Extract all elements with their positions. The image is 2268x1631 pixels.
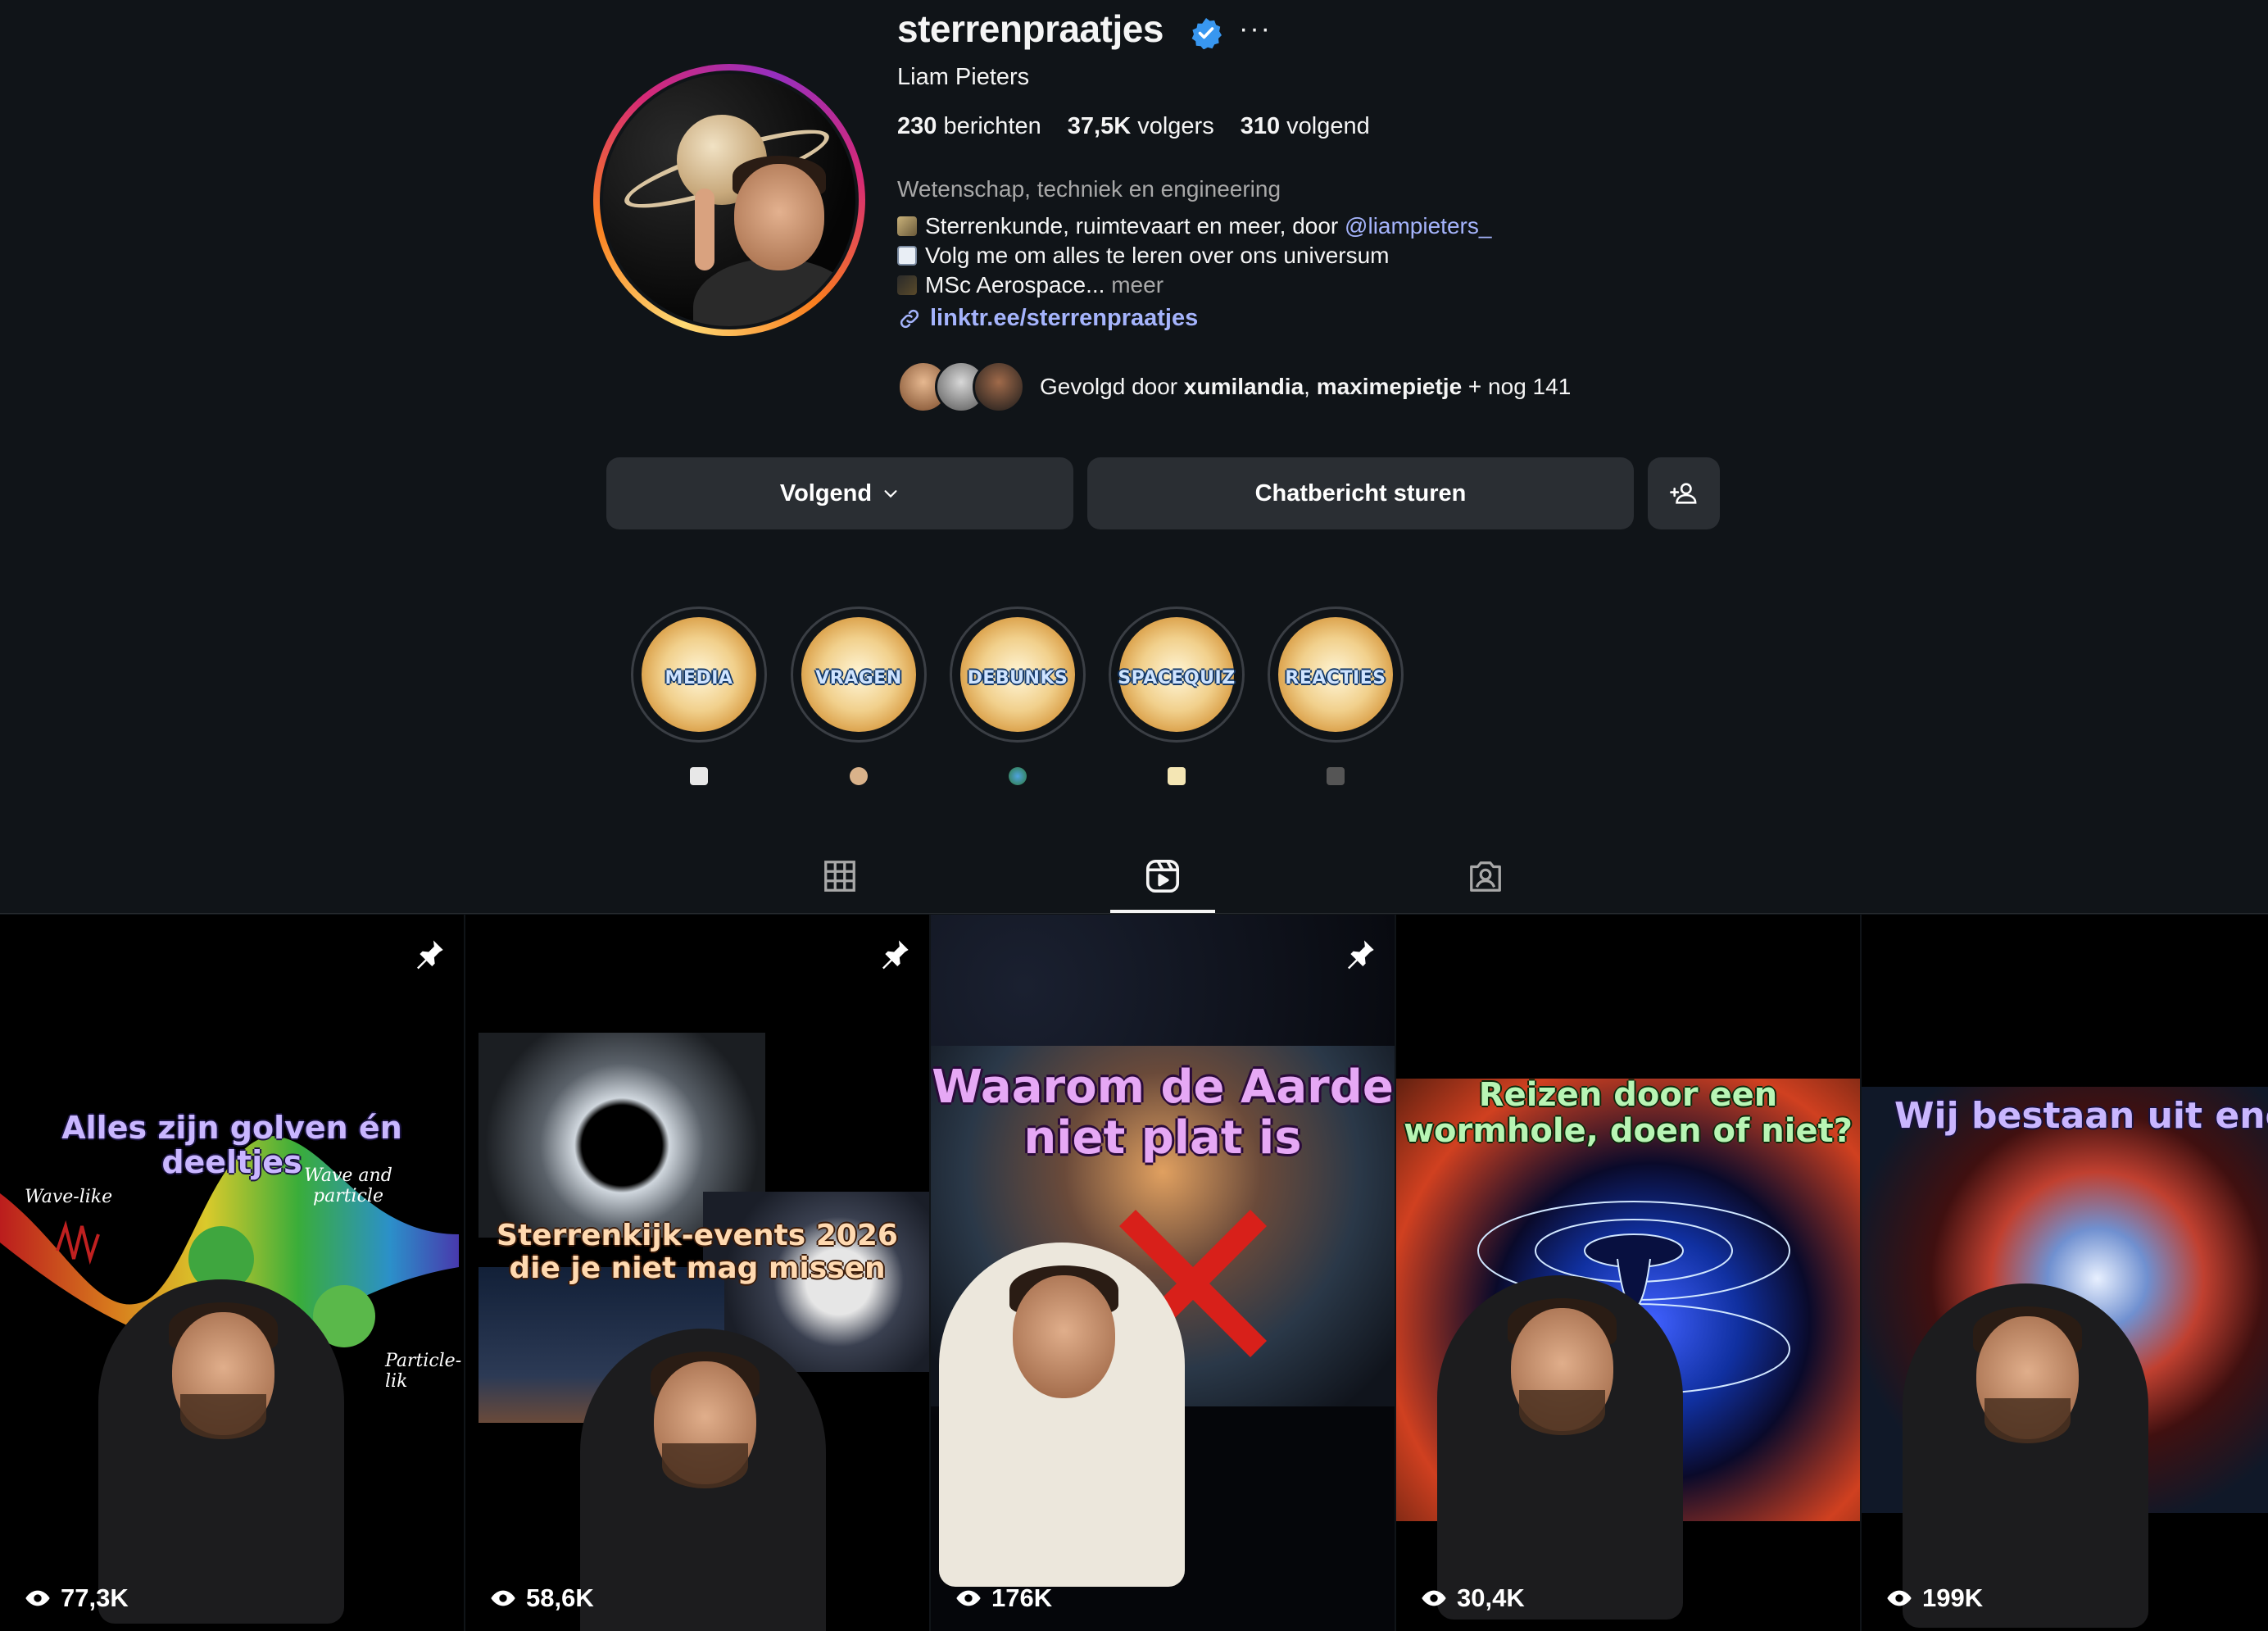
eye-icon <box>1422 1590 1446 1606</box>
memo-emoji-icon <box>1168 767 1186 785</box>
eye-icon <box>956 1590 981 1606</box>
presenter <box>98 1279 344 1624</box>
satellite-emoji-icon <box>897 216 917 236</box>
highlight-reacties[interactable]: REACTIES <box>1268 607 1404 785</box>
reel-views: 77,3K <box>25 1583 129 1613</box>
highlight-label: SPACEQUIZ <box>1118 668 1236 688</box>
reel-thumbnail[interactable]: Reizen door een wormhole, doen of niet? … <box>1396 915 1860 1631</box>
posts-grid-tab-icon[interactable] <box>821 857 859 895</box>
reels-tab-icon[interactable] <box>1144 857 1182 895</box>
posts-count: 230 berichten <box>897 113 1041 139</box>
add-user-icon <box>1670 483 1697 504</box>
tabs-divider <box>0 913 2268 914</box>
bio-mention-link[interactable]: @liampieters_ <box>1345 213 1491 239</box>
highlight-debunks[interactable]: DEBUNKS <box>950 607 1086 785</box>
reel-thumbnail[interactable]: Sterrenkijk-events 2026 die je niet mag … <box>465 915 929 1631</box>
reel-thumbnail[interactable]: Waarom de Aarde niet plat is 176K <box>931 915 1395 1631</box>
pin-icon <box>1348 940 1374 970</box>
presenter <box>1903 1283 2148 1628</box>
graduation-cap-emoji-icon <box>897 275 917 295</box>
following-count[interactable]: 310 volgend <box>1241 113 1370 140</box>
reel-title: Alles zijn golven én deeltjes <box>61 1110 402 1180</box>
followers-count[interactable]: 37,5K volgers <box>1068 113 1214 140</box>
reel-title: Waarom de Aarde niet plat is <box>932 1061 1394 1165</box>
followed-by[interactable]: Gevolgd door xumilandia, maximepietje + … <box>897 361 1571 413</box>
eye-icon <box>491 1590 515 1606</box>
reel-title: Sterrenkijk-events 2026 die je niet mag … <box>497 1219 898 1285</box>
highlight-label: MEDIA <box>665 668 733 688</box>
profile-username: sterrenpraatjes <box>897 7 1163 50</box>
avatar-image <box>603 74 855 326</box>
reel-overlay-text: Particle-lik <box>385 1351 462 1392</box>
profile-category: Wetenschap, techniek en engineering <box>897 176 1281 202</box>
newspaper-emoji-icon <box>690 767 708 785</box>
reel-views: 30,4K <box>1421 1583 1525 1613</box>
presenter <box>939 1243 1185 1587</box>
highlight-vragen[interactable]: VRAGEN <box>791 607 927 785</box>
highlight-media[interactable]: MEDIA <box>631 607 767 785</box>
message-button[interactable]: Chatbericht sturen <box>1087 457 1634 529</box>
highlight-label: VRAGEN <box>815 668 902 688</box>
eye-icon <box>25 1590 50 1606</box>
highlight-spacequiz[interactable]: SPACEQUIZ <box>1109 607 1245 785</box>
presenter <box>580 1329 826 1631</box>
chart-emoji-icon <box>897 246 917 266</box>
profile-bio: Sterrenkunde, ruimtevaart en meer, door … <box>897 211 1491 300</box>
presenter <box>1437 1275 1683 1620</box>
reel-overlay-text: Wave-like <box>25 1187 113 1207</box>
following-button[interactable]: Volgend <box>606 457 1073 529</box>
followed-by-text: Gevolgd door xumilandia, maximepietje + … <box>1040 374 1572 399</box>
person-raising-hand-emoji-icon <box>850 767 868 785</box>
highlight-label: DEBUNKS <box>967 668 1068 688</box>
eye-icon <box>1887 1590 1912 1606</box>
reel-views: 176K <box>955 1583 1052 1613</box>
profile-avatar[interactable] <box>593 64 865 336</box>
reel-thumbnail[interactable]: Wij bestaan uit energie en leegte 199K <box>1862 915 2268 1631</box>
pin-icon <box>882 940 909 970</box>
highlight-label: REACTIES <box>1285 668 1386 688</box>
globe-emoji-icon <box>1009 767 1027 785</box>
reel-thumbnail[interactable]: Wave-like Wave and particle Particle-lik… <box>0 915 464 1631</box>
profile-stats: 230 berichten 37,5K volgers 310 volgend <box>897 113 1370 140</box>
reel-title: Wij bestaan uit energie en leegte <box>1894 1095 2268 1137</box>
bio-more-link[interactable]: meer <box>1111 272 1163 298</box>
link-icon <box>900 309 919 328</box>
pin-icon <box>417 940 443 970</box>
reel-views: 58,6K <box>490 1583 594 1613</box>
more-options-icon[interactable]: ··· <box>1239 13 1272 45</box>
follower-avatar <box>973 361 1025 413</box>
reel-views: 199K <box>1886 1583 1983 1613</box>
tagged-tab-icon[interactable] <box>1467 857 1504 895</box>
movie-camera-emoji-icon <box>1327 767 1345 785</box>
chevron-down-icon <box>884 490 897 498</box>
profile-full-name: Liam Pieters <box>897 64 1030 90</box>
profile-external-link[interactable]: linktr.ee/sterrenpraatjes <box>897 305 1198 332</box>
suggested-users-button[interactable] <box>1648 457 1720 529</box>
verified-badge-icon <box>1191 18 1222 49</box>
reel-title: Reizen door een wormhole, doen of niet? <box>1404 1076 1853 1150</box>
